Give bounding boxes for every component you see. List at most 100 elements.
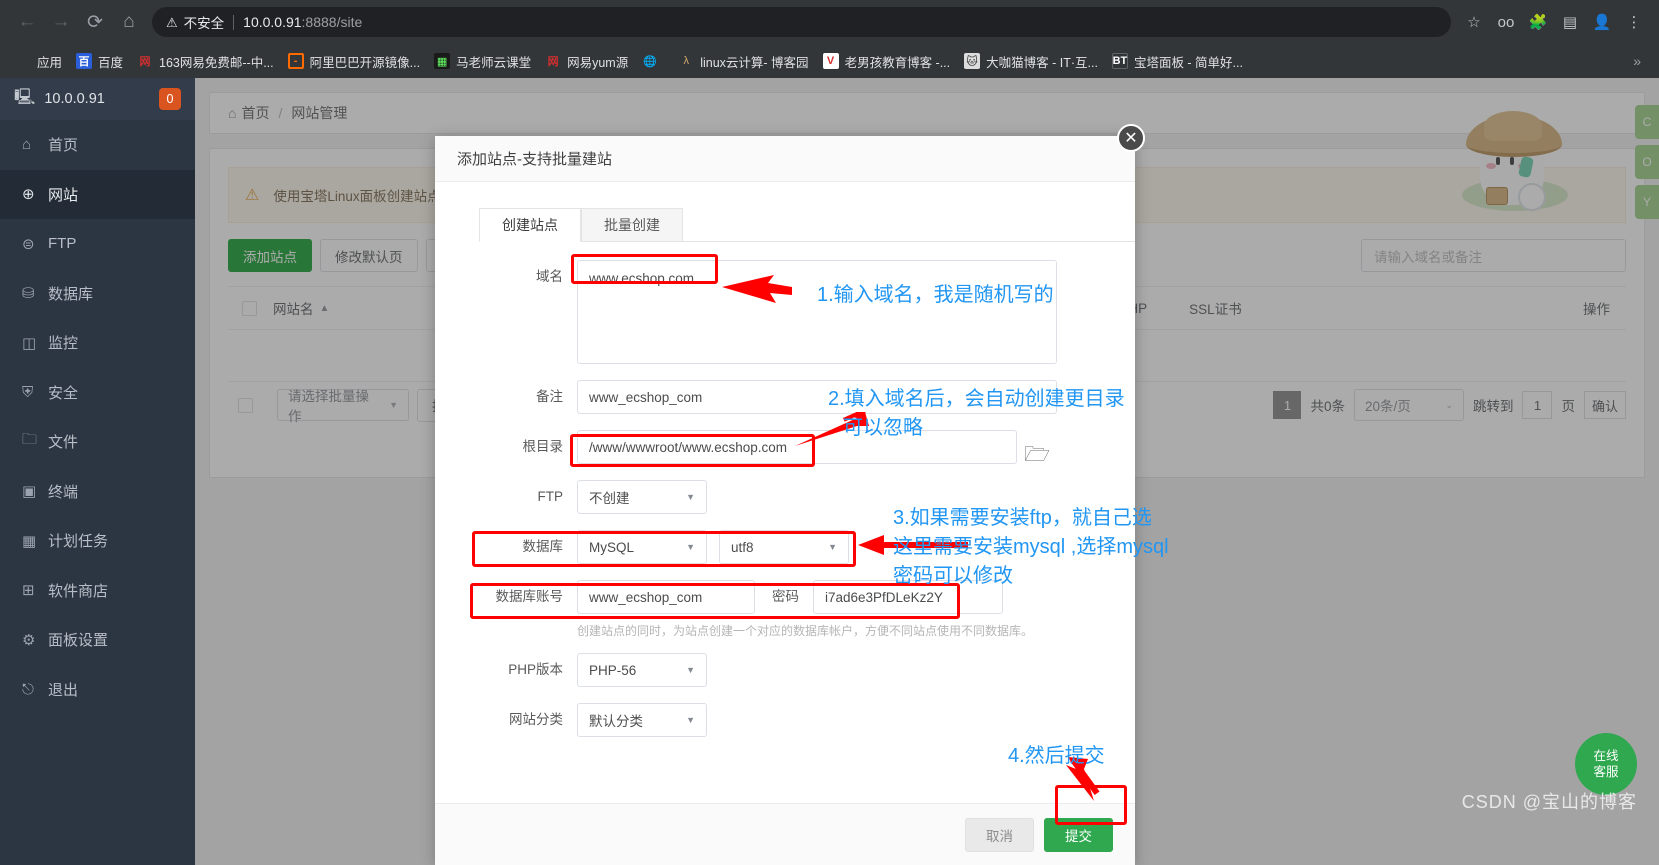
submit-button[interactable]: 提交 [1044, 818, 1113, 852]
folder-icon: 🗀 [22, 429, 48, 454]
online-support-button[interactable]: 在线 客服 [1575, 733, 1637, 795]
bookmark-apps[interactable]: 应用 [8, 48, 69, 74]
bookmark-alibaba-mirror[interactable]: - 阿里巴巴开源镜像... [281, 48, 427, 74]
ftp-icon: ⊜ [22, 235, 48, 253]
bookmark-163mail[interactable]: 网 163网易免费邮--中... [130, 48, 281, 74]
bookmark-linux-cloud[interactable]: λ linux云计算- 博客园 [671, 48, 815, 74]
alibaba-icon: - [288, 53, 304, 69]
bookmark-label: 阿里巴巴开源镜像... [310, 52, 420, 71]
grid-apps-icon: ⊞ [22, 581, 48, 599]
tab-create-site[interactable]: 创建站点 [479, 208, 581, 242]
back-button[interactable]: ← [10, 5, 44, 39]
online-support-line1: 在线 [1593, 748, 1618, 764]
bookmark-star-icon[interactable]: ☆ [1459, 7, 1489, 37]
sidebar-item-label: 监控 [48, 332, 78, 353]
tab-batch-create[interactable]: 批量创建 [581, 208, 683, 242]
monitor-chart-icon: ◫ [22, 334, 48, 352]
annotation-note-2a: 2.填入域名后，会自动创建更目录 [828, 385, 1125, 414]
sidebar-item-home[interactable]: ⌂ 首页 [0, 120, 195, 170]
site-category-value: 默认分类 [589, 710, 643, 730]
php-version-select[interactable]: PHP-56 ▼ [577, 653, 707, 687]
root-dir-label: 根目录 [479, 430, 577, 464]
database-charset-select[interactable]: utf8 ▼ [719, 530, 849, 564]
browse-folder-icon[interactable]: 🗁 [1024, 440, 1050, 475]
reload-button[interactable]: ⟳ [78, 5, 112, 39]
bookmark-label: 马老师云课堂 [456, 52, 531, 71]
home-button[interactable]: ⌂ [112, 5, 146, 39]
apps-grid-icon [15, 53, 31, 69]
security-label[interactable]: 不安全 [184, 12, 225, 32]
modal-footer: 取消 提交 [435, 803, 1135, 865]
sidebar-item-files[interactable]: 🗀 文件 [0, 417, 195, 467]
sidebar-item-website[interactable]: ⊕ 网站 [0, 170, 195, 220]
bookmark-ma-teacher[interactable]: ▦ 马老师云课堂 [427, 48, 538, 74]
browser-chrome: ← → ⟳ ⌂ ⚠ 不安全 10.0.0.91 :8888/site ☆ oo … [0, 0, 1659, 78]
bookmark-label: 应用 [37, 52, 62, 71]
cancel-button[interactable]: 取消 [965, 818, 1034, 852]
modal-title: 添加站点-支持批量建站 [435, 136, 1135, 182]
sidebar-item-monitor[interactable]: ◫ 监控 [0, 318, 195, 368]
extensions-puzzle-icon[interactable]: 🧩 [1523, 7, 1553, 37]
extension-oo-icon[interactable]: oo [1491, 7, 1521, 37]
bookmark-globe[interactable]: 🌐 [635, 48, 671, 74]
sidebar-item-security[interactable]: ⛨ 安全 [0, 368, 195, 418]
netease-icon: 网 [137, 53, 153, 69]
ftp-select[interactable]: 不创建 ▼ [577, 480, 707, 514]
sidebar-item-label: 安全 [48, 382, 78, 403]
sidebar-item-label: 文件 [48, 431, 78, 452]
chrome-menu-icon[interactable]: ⋮ [1619, 7, 1649, 37]
sidebar-item-label: 退出 [48, 679, 78, 700]
bookmark-label: 宝塔面板 - 简单好... [1134, 52, 1243, 71]
database-type-select[interactable]: MySQL ▼ [577, 530, 707, 564]
forward-button[interactable]: → [44, 5, 78, 39]
field-category-row: 网站分类 默认分类 ▼ [435, 703, 1135, 737]
dakamao-icon: 🐱 [964, 53, 980, 69]
sidebar: 🖳 10.0.0.91 0 ⌂ 首页 ⊕ 网站 ⊜ FTP ⛁ 数据库 ◫ 监控… [0, 78, 195, 865]
terminal-icon: ▣ [22, 482, 48, 500]
sidebar-item-appstore[interactable]: ⊞ 软件商店 [0, 566, 195, 616]
bookmark-oldboy[interactable]: V 老男孩教育博客 -... [816, 48, 958, 74]
sidebar-badge[interactable]: 0 [159, 88, 181, 110]
sidebar-item-settings[interactable]: ⚙ 面板设置 [0, 615, 195, 665]
ma-teacher-icon: ▦ [434, 53, 450, 69]
bookmark-bt-panel[interactable]: BT 宝塔面板 - 简单好... [1105, 48, 1250, 74]
sidebar-item-label: 数据库 [48, 283, 93, 304]
sidebar-item-cron[interactable]: ▦ 计划任务 [0, 516, 195, 566]
annotation-note-2b: 可以忽略 [843, 414, 923, 443]
bookmark-dakamao[interactable]: 🐱 大咖猫博客 - IT·互... [957, 48, 1105, 74]
sidebar-item-label: 面板设置 [48, 629, 108, 650]
annotation-note-3c: 密码可以修改 [893, 562, 1013, 591]
url-host: 10.0.0.91 [243, 14, 301, 30]
bookmark-label: 163网易免费邮--中... [159, 52, 274, 71]
sidebar-item-label: 软件商店 [48, 580, 108, 601]
watermark: CSDN @宝山的博客 [1462, 788, 1637, 814]
sidebar-item-database[interactable]: ⛁ 数据库 [0, 269, 195, 319]
sidebar-item-terminal[interactable]: ▣ 终端 [0, 467, 195, 517]
annotation-note-4: 4.然后提交 [1008, 742, 1105, 771]
domain-label: 域名 [479, 260, 577, 294]
db-password-label: 密码 [755, 580, 813, 614]
sidebar-item-label: 网站 [48, 184, 78, 205]
address-bar[interactable]: ⚠ 不安全 10.0.0.91 :8888/site [152, 7, 1451, 37]
site-category-select[interactable]: 默认分类 ▼ [577, 703, 707, 737]
bookmark-label: 老男孩教育博客 -... [845, 52, 951, 71]
reading-list-icon[interactable]: ▤ [1555, 7, 1585, 37]
sidebar-item-label: 计划任务 [48, 530, 108, 551]
oldboy-icon: V [823, 53, 839, 69]
database-type-value: MySQL [589, 540, 634, 555]
bookmark-baidu[interactable]: 百 百度 [69, 48, 130, 74]
omnibox-actions: ☆ oo 🧩 ▤ 👤 ⋮ [1459, 7, 1649, 37]
db-user-input[interactable]: www_ecshop_com [577, 580, 755, 614]
gear-icon: ⚙ [22, 631, 48, 649]
sidebar-item-logout[interactable]: ⎋ 退出 [0, 665, 195, 715]
bookmark-netease-yum[interactable]: 网 网易yum源 [538, 48, 635, 74]
database-icon: ⛁ [22, 284, 48, 302]
chevron-down-icon: ▼ [686, 492, 695, 502]
annotation-arrow-1 [720, 275, 810, 315]
domain-input[interactable]: www.ecshop.com [577, 260, 1057, 364]
sidebar-item-ftp[interactable]: ⊜ FTP [0, 219, 195, 269]
globe-icon: ⊕ [22, 185, 48, 203]
profile-avatar-icon[interactable]: 👤 [1587, 7, 1617, 37]
close-icon[interactable]: ✕ [1117, 124, 1145, 152]
bookmarks-overflow-icon[interactable]: » [1633, 53, 1651, 69]
